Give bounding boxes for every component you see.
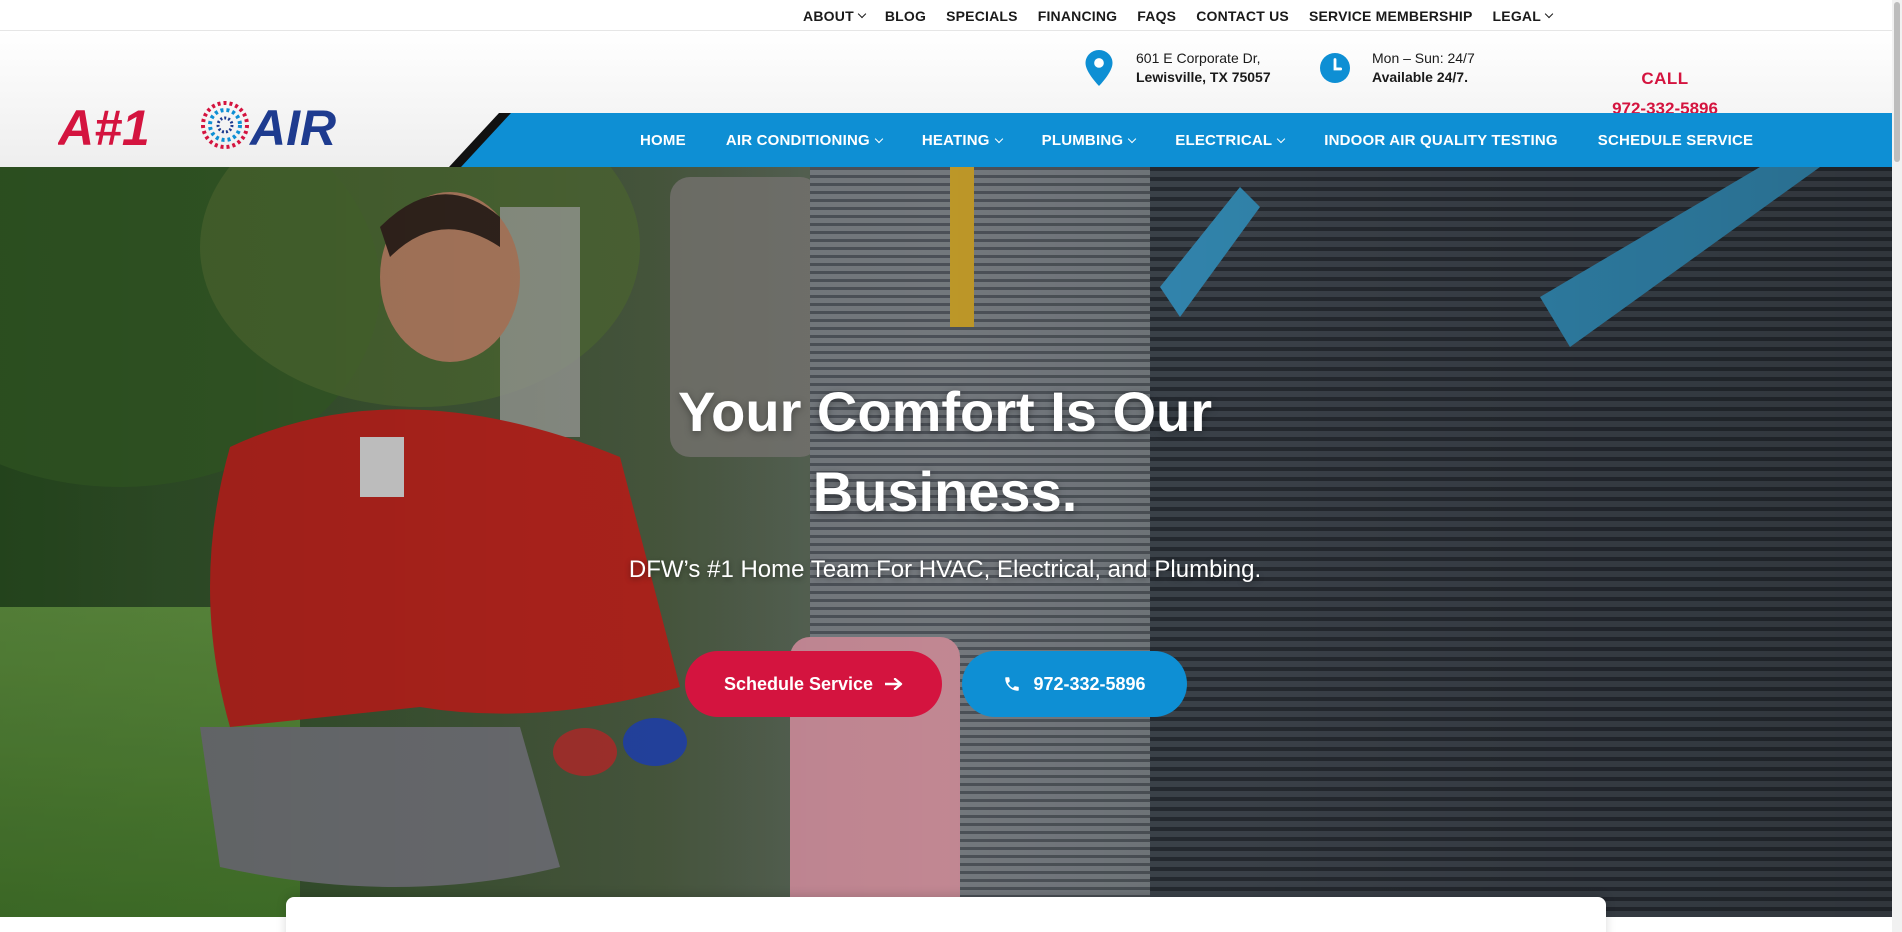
top-nav: ABOUT BLOG SPECIALS FINANCING FAQS CONTA… <box>803 0 1554 31</box>
site-logo[interactable]: A#1 AIR <box>58 95 408 155</box>
arrow-right-icon <box>885 678 903 690</box>
main-nav-plumbing[interactable]: PLUMBING <box>1042 132 1137 149</box>
logo-text-right: AIR <box>248 100 336 155</box>
main-nav-electrical[interactable]: ELECTRICAL <box>1175 132 1286 149</box>
hero-subtitle: DFW’s #1 Home Team For HVAC, Electrical,… <box>628 556 1262 583</box>
top-nav-about[interactable]: ABOUT <box>803 8 867 24</box>
top-nav-legal[interactable]: LEGAL <box>1493 8 1554 24</box>
top-nav-blog[interactable]: BLOG <box>885 8 926 24</box>
top-nav-faqs[interactable]: FAQS <box>1137 8 1176 24</box>
logo-text-left: A#1 <box>58 100 150 155</box>
content-card <box>286 897 1606 932</box>
top-nav-specials[interactable]: SPECIALS <box>946 8 1018 24</box>
schedule-service-button[interactable]: Schedule Service <box>685 651 942 717</box>
hero-title: Your Comfort Is Our Business. <box>677 380 1213 523</box>
address-block: 601 E Corporate Dr, Lewisville, TX 75057 <box>1084 49 1271 87</box>
chevron-down-icon <box>874 134 884 143</box>
chevron-down-icon <box>1544 9 1554 19</box>
hero-section: Your Comfort Is Our Business. DFW’s #1 H… <box>0 167 1892 917</box>
hero-background-image <box>0 167 1892 917</box>
chevron-down-icon <box>994 134 1003 143</box>
top-nav-financing[interactable]: FINANCING <box>1038 8 1118 24</box>
main-nav-heating[interactable]: HEATING <box>922 132 1003 149</box>
call-label: CALL <box>1641 69 1689 88</box>
logo-fan-icon <box>201 101 249 149</box>
address-text: 601 E Corporate Dr, Lewisville, TX 75057 <box>1136 50 1271 85</box>
scrollbar-thumb[interactable] <box>1894 2 1900 162</box>
chevron-down-icon <box>857 9 867 19</box>
call-phone-button[interactable]: 972-332-5896 <box>962 651 1187 717</box>
main-nav-home[interactable]: HOME <box>640 132 686 149</box>
top-utility-bar: ABOUT BLOG SPECIALS FINANCING FAQS CONTA… <box>0 0 1892 31</box>
clock-icon <box>1320 53 1350 83</box>
main-nav: HOME AIR CONDITIONING HEATING PLUMBING E… <box>640 113 1753 167</box>
chevron-down-icon <box>1128 134 1137 143</box>
location-pin-icon <box>1085 50 1113 86</box>
phone-icon <box>1005 677 1020 691</box>
call-block[interactable]: CALL 972-332-5896 <box>1610 69 1720 119</box>
page-scrollbar[interactable] <box>1892 0 1902 932</box>
main-nav-air-conditioning[interactable]: AIR CONDITIONING <box>726 132 884 149</box>
hours-text: Mon – Sun: 24/7 Available 24/7. <box>1372 50 1475 85</box>
main-nav-schedule-service[interactable]: SCHEDULE SERVICE <box>1598 132 1753 149</box>
main-nav-indoor-air-quality[interactable]: INDOOR AIR QUALITY TESTING <box>1324 132 1558 149</box>
top-nav-contact-us[interactable]: CONTACT US <box>1196 8 1289 24</box>
hours-block: Mon – Sun: 24/7 Available 24/7. <box>1320 49 1475 87</box>
top-nav-service-membership[interactable]: SERVICE MEMBERSHIP <box>1309 8 1473 24</box>
chevron-down-icon <box>1277 134 1286 143</box>
